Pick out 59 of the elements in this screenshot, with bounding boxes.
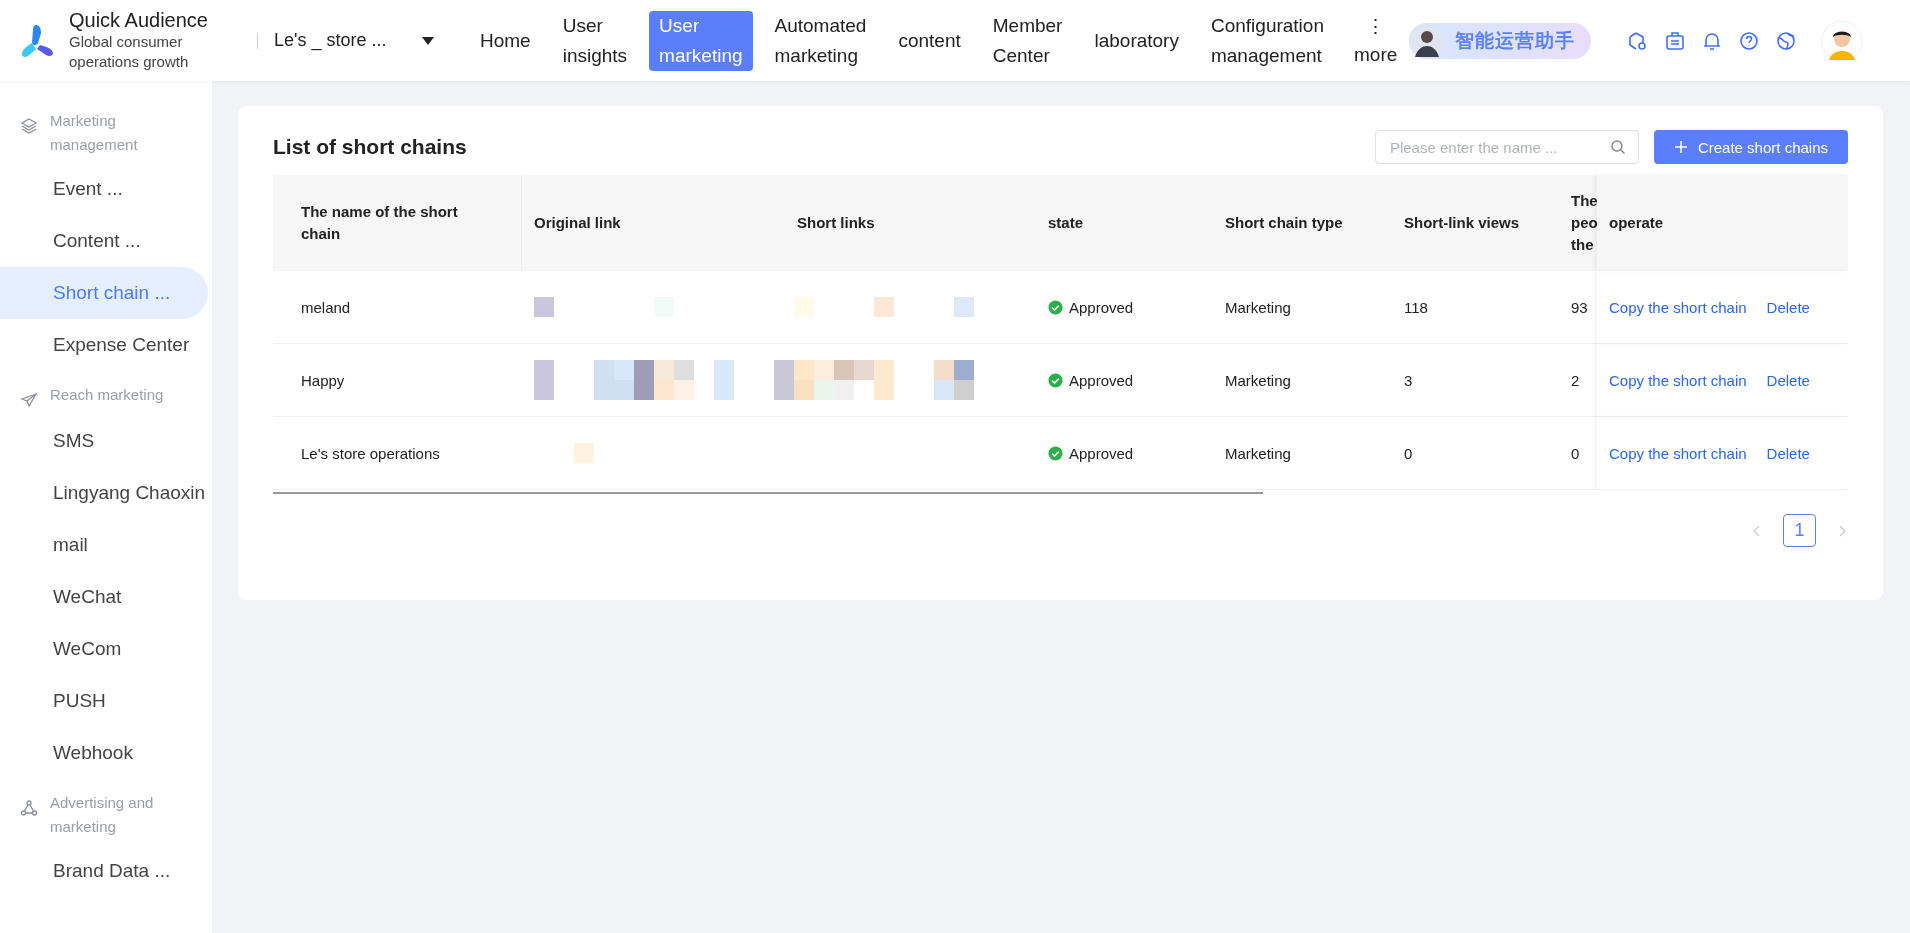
nav-tab[interactable]: User marketing <box>649 10 753 71</box>
nav-tab[interactable]: User insights <box>552 10 638 71</box>
action-link[interactable]: Delete <box>1766 298 1810 316</box>
app-subtitle: Global consumer operations growth <box>69 32 190 72</box>
action-link[interactable]: Copy the short chain <box>1609 371 1747 389</box>
sidebar-item[interactable]: Expense Center <box>0 319 208 371</box>
nav-tab[interactable]: Configuration management <box>1200 10 1334 71</box>
table-cell: Le's store operations <box>273 417 522 490</box>
column-header: The peo the <box>1571 175 1597 271</box>
table-cell: 0 <box>1392 417 1571 490</box>
table-cell: Marketing <box>1213 344 1392 417</box>
create-button[interactable]: Create short chains <box>1653 130 1848 164</box>
table-cell: 93 <box>1571 271 1597 344</box>
action-link[interactable]: Delete <box>1766 444 1810 462</box>
table-cell: Marketing <box>1213 271 1392 344</box>
table-cell: Happy <box>273 344 522 417</box>
sidebar-item[interactable]: Brand Data ... <box>0 845 208 897</box>
table-cell: 0 <box>1571 417 1597 490</box>
more-menu[interactable]: ⋮ more <box>1346 12 1406 69</box>
table-cell: 2 <box>1571 344 1597 417</box>
app-title: Quick Audience <box>69 9 209 32</box>
status-approved: Approved <box>1048 444 1134 462</box>
sidebar-item[interactable]: Webhook <box>0 727 208 779</box>
status-approved: Approved <box>1048 298 1134 316</box>
nav-tab[interactable]: Home <box>470 25 541 56</box>
store-select[interactable]: Le's _ store ... <box>274 30 434 51</box>
column-header: Original link <box>522 175 785 271</box>
search-box[interactable]: Please enter the name ... <box>1374 130 1639 164</box>
sidebar-group-label: Marketing management <box>50 111 139 155</box>
column-header: state <box>1036 175 1213 271</box>
sidebar-item[interactable]: PUSH <box>0 675 208 727</box>
table-cell: meland <box>273 271 522 344</box>
nav-tab[interactable]: content <box>888 25 971 56</box>
column-header: Short links <box>785 175 1036 271</box>
nav-tab[interactable]: Member Center <box>982 10 1073 71</box>
table-cell: Marketing <box>1213 417 1392 490</box>
column-header: operate <box>1597 175 1848 271</box>
sidebar-group-label: Advertising and marketing <box>50 793 155 837</box>
column-header: Short-link views <box>1392 175 1571 271</box>
column-header: Short chain type <box>1213 175 1392 271</box>
action-link[interactable]: Copy the short chain <box>1609 298 1747 316</box>
nav-tab[interactable]: laboratory <box>1084 25 1189 56</box>
sidebar-item[interactable]: Lingyang Chaoxin <box>0 467 208 519</box>
nav-tab[interactable]: Automated marketing <box>764 10 877 71</box>
action-link[interactable]: Delete <box>1766 371 1810 389</box>
sidebar-item[interactable]: mail <box>0 519 208 571</box>
sidebar-item[interactable]: WeCom <box>0 623 208 675</box>
page-button[interactable]: 1 <box>1783 514 1816 547</box>
sidebar-item[interactable]: SMS <box>0 415 208 467</box>
sidebar-item[interactable]: Content ... <box>0 215 208 267</box>
sidebar-item[interactable]: WeChat <box>0 571 208 623</box>
action-link[interactable]: Copy the short chain <box>1609 444 1747 462</box>
sidebar-item[interactable]: Event ... <box>0 163 208 215</box>
table-cell: 118 <box>1392 271 1571 344</box>
table-cell: 3 <box>1392 344 1571 417</box>
sidebar-group-label: Reach marketing <box>50 385 165 405</box>
panel-title: List of short chains <box>273 135 468 159</box>
column-header: The name of the short chain <box>273 175 522 271</box>
status-approved: Approved <box>1048 371 1134 389</box>
